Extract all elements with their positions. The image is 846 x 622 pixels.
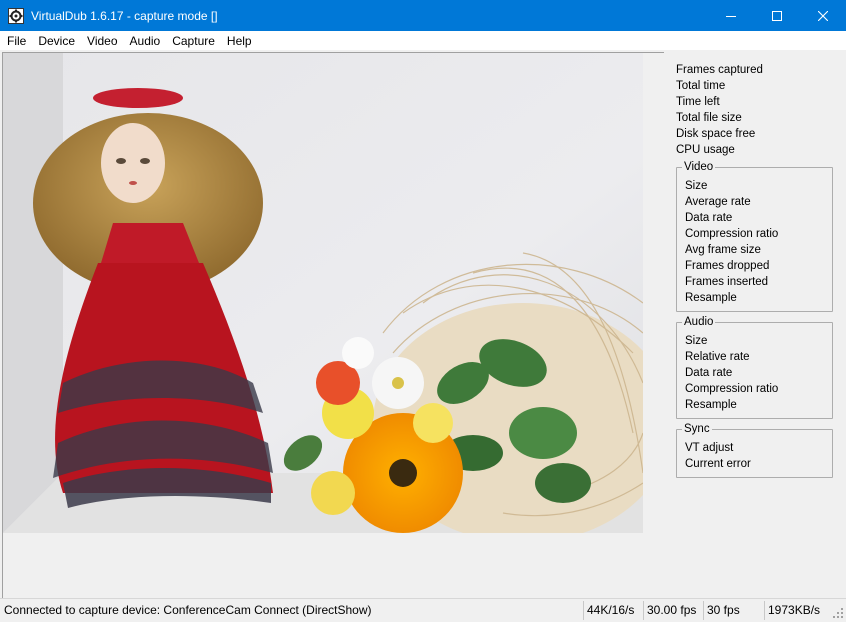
time-left-label: Time left <box>676 96 720 108</box>
menu-file[interactable]: File <box>1 31 32 51</box>
status-bar: Connected to capture device: ConferenceC… <box>0 598 846 621</box>
video-frames-inserted-label: Frames inserted <box>685 276 769 288</box>
audio-resample-label: Resample <box>685 399 737 411</box>
video-group-title: Video <box>682 160 716 174</box>
menu-capture[interactable]: Capture <box>166 31 221 51</box>
video-resample-label: Resample <box>685 292 737 304</box>
minimize-icon <box>726 15 736 17</box>
status-data-rate: 1973KB/s <box>764 601 830 620</box>
title-bar[interactable]: VirtualDub 1.6.17 - capture mode [] <box>0 0 846 31</box>
status-audio-format: 44K/16/s <box>583 601 641 620</box>
cpu-usage-label: CPU usage <box>676 144 735 156</box>
video-size-label: Size <box>685 180 708 192</box>
sync-group: Sync VT adjust Current error <box>676 422 833 478</box>
video-frames-dropped-label: Frames dropped <box>685 260 770 272</box>
capture-preview-pane[interactable] <box>2 52 664 598</box>
frames-captured-label: Frames captured <box>676 64 763 76</box>
close-icon <box>818 10 828 21</box>
audio-group-title: Audio <box>682 315 716 329</box>
status-fps: 30.00 fps <box>643 601 700 620</box>
sync-group-title: Sync <box>682 422 712 436</box>
capture-info-panel: Frames captured Total time Time left Tot… <box>666 52 846 598</box>
status-message: Connected to capture device: ConferenceC… <box>4 603 372 617</box>
sync-current-error-label: Current error <box>685 458 751 470</box>
audio-data-rate-label: Data rate <box>685 367 733 379</box>
audio-size-label: Size <box>685 335 708 347</box>
audio-compression-ratio-label: Compression ratio <box>685 383 779 395</box>
menu-device[interactable]: Device <box>32 31 81 51</box>
maximize-button[interactable] <box>754 0 800 31</box>
video-average-rate-label: Average rate <box>685 196 751 208</box>
sync-vt-adjust-label: VT adjust <box>685 442 734 454</box>
app-icon[interactable] <box>8 7 24 24</box>
close-button[interactable] <box>800 0 846 31</box>
status-fps-actual: 30 fps <box>703 601 761 620</box>
audio-relative-rate-label: Relative rate <box>685 351 750 363</box>
client-area: Frames captured Total time Time left Tot… <box>0 51 846 598</box>
menu-audio[interactable]: Audio <box>124 31 167 51</box>
audio-group: Audio Size Relative rate Data rate Compr… <box>676 315 833 419</box>
menu-bar: File Device Video Audio Capture Help <box>0 31 846 51</box>
video-data-rate-label: Data rate <box>685 212 733 224</box>
total-time-label: Total time <box>676 80 726 92</box>
minimize-button[interactable] <box>708 0 754 31</box>
video-group: Video Size Average rate Data rate Compre… <box>676 160 833 312</box>
size-grip-icon <box>833 608 843 618</box>
video-avg-frame-size-label: Avg frame size <box>685 244 761 256</box>
video-compression-ratio-label: Compression ratio <box>685 228 779 240</box>
menu-help[interactable]: Help <box>221 31 258 51</box>
disk-space-free-label: Disk space free <box>676 128 756 140</box>
capture-preview-image <box>3 53 643 533</box>
total-file-size-label: Total file size <box>676 112 742 124</box>
window-title: VirtualDub 1.6.17 - capture mode [] <box>31 8 218 23</box>
maximize-icon <box>772 10 782 21</box>
size-grip[interactable] <box>832 607 844 619</box>
menu-video[interactable]: Video <box>81 31 123 51</box>
